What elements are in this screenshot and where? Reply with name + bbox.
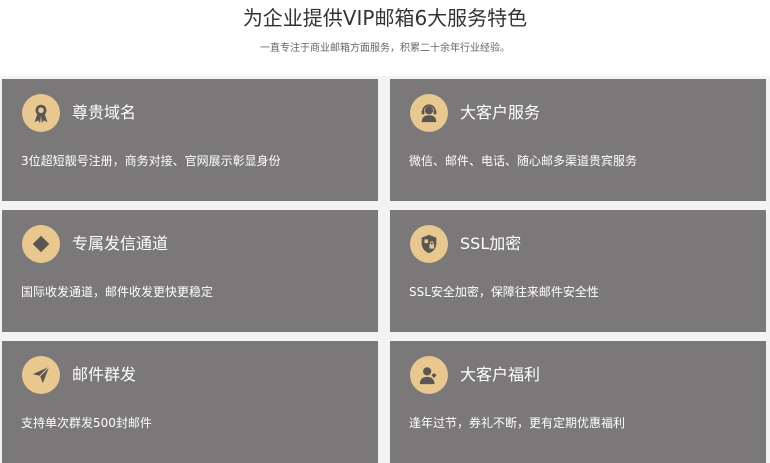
feature-card-ssl-encryption[interactable]: SSL加密 SSL安全加密，保障往来邮件安全性 <box>390 210 766 332</box>
feature-card-dedicated-channel[interactable]: 专属发信通道 国际收发通道，邮件收发更快更稳定 <box>2 210 378 332</box>
feature-description: SSL安全加密，保障往来邮件安全性 <box>409 285 599 299</box>
feature-card-vip-benefits[interactable]: 大客户福利 逢年过节，券礼不断，更有定期优惠福利 <box>390 341 766 463</box>
vip-user-icon <box>410 356 448 394</box>
feature-title: 大客户服务 <box>460 103 541 122</box>
feature-card-vip-service[interactable]: 大客户服务 微信、邮件、电话、随心邮多渠道贵宾服务 <box>390 79 766 201</box>
feature-description: 逢年过节，券礼不断，更有定期优惠福利 <box>409 416 626 430</box>
feature-card-premium-domain[interactable]: 尊贵域名 3位超短靓号注册，商务对接、官网展示彰显身份 <box>2 79 378 201</box>
section-title: 为企业提供VIP邮箱6大服务特色 <box>242 6 528 30</box>
ribbon-award-icon <box>22 94 60 132</box>
paper-plane-icon <box>22 356 60 394</box>
feature-description: 支持单次群发500封邮件 <box>21 416 152 430</box>
section-subtitle: 一直专注于商业邮箱方面服务，积累二十余年行业经验。 <box>260 43 510 54</box>
feature-description: 3位超短靓号注册，商务对接、官网展示彰显身份 <box>21 154 281 168</box>
headset-agent-icon <box>410 94 448 132</box>
feature-title: 尊贵域名 <box>72 103 137 122</box>
diamond-icon <box>22 225 60 263</box>
feature-description: 微信、邮件、电话、随心邮多渠道贵宾服务 <box>409 154 638 168</box>
feature-title: 邮件群发 <box>72 365 137 384</box>
shield-lock-icon <box>410 225 448 263</box>
feature-title: 大客户福利 <box>460 365 541 384</box>
feature-description: 国际收发通道，邮件收发更快更稳定 <box>21 285 214 299</box>
feature-title: SSL加密 <box>460 234 522 253</box>
feature-card-bulk-mail[interactable]: 邮件群发 支持单次群发500封邮件 <box>2 341 378 463</box>
section-header: 为企业提供VIP邮箱6大服务特色 一直专注于商业邮箱方面服务，积累二十余年行业经… <box>0 0 770 76</box>
feature-title: 专属发信通道 <box>72 234 169 253</box>
